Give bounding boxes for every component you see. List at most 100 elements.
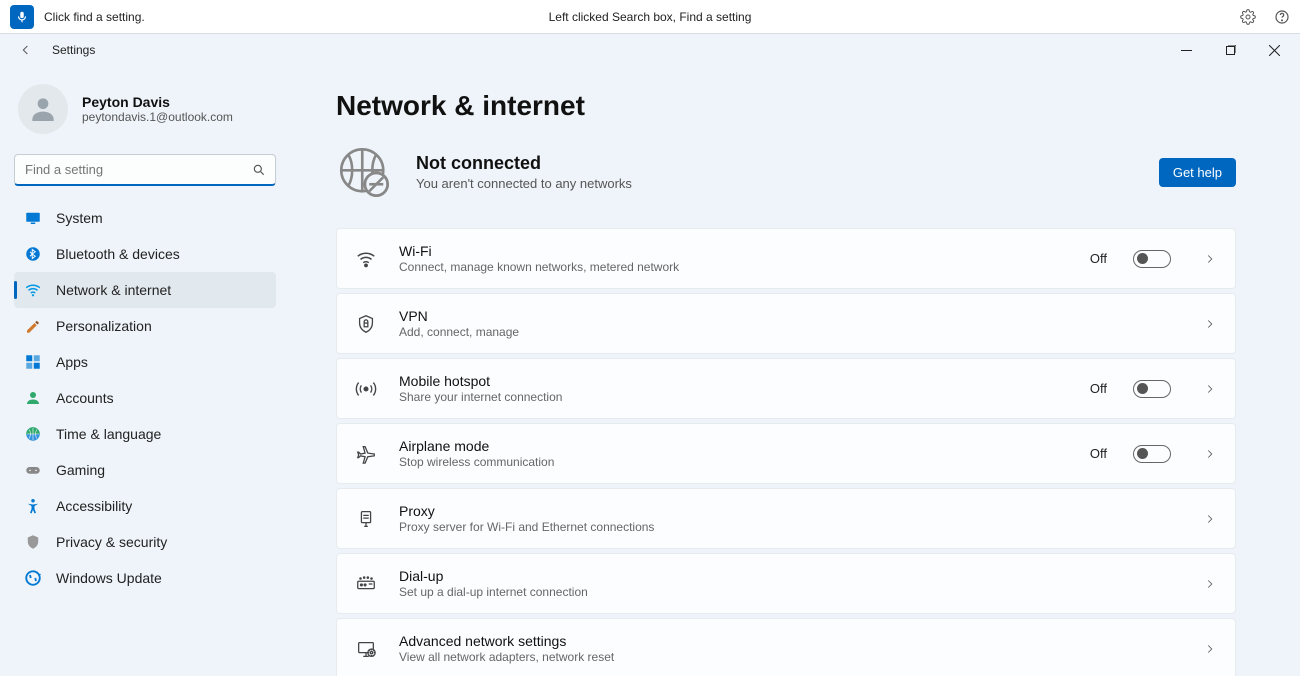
nav-personalization[interactable]: Personalization (14, 308, 276, 344)
card-sub: Add, connect, manage (399, 325, 1181, 339)
maximize-button[interactable] (1210, 36, 1250, 64)
globe-disconnected-icon (336, 144, 392, 200)
card-sub: Set up a dial-up internet connection (399, 585, 1181, 599)
nav-time[interactable]: Time & language (14, 416, 276, 452)
accessibility-icon (24, 497, 42, 515)
gaming-icon (24, 461, 42, 479)
minimize-button[interactable] (1166, 36, 1206, 64)
nav-label: Gaming (56, 462, 105, 478)
nav-label: Time & language (56, 426, 161, 442)
network-icon (24, 281, 42, 299)
titlebar: Settings (0, 34, 1300, 66)
nav-accessibility[interactable]: Accessibility (14, 488, 276, 524)
close-button[interactable] (1254, 36, 1294, 64)
airplane-state: Off (1090, 446, 1107, 461)
airplane-icon (355, 443, 377, 465)
nav-apps[interactable]: Apps (14, 344, 276, 380)
nav-accounts[interactable]: Accounts (14, 380, 276, 416)
profile-email: peytondavis.1@outlook.com (82, 110, 233, 124)
card-title: Airplane mode (399, 438, 1068, 454)
update-icon (24, 569, 42, 587)
chevron-right-icon (1203, 252, 1217, 266)
mic-icon (15, 10, 29, 24)
gear-icon[interactable] (1240, 9, 1256, 25)
apps-icon (24, 353, 42, 371)
assist-topbar: Click find a setting. Left clicked Searc… (0, 0, 1300, 34)
nav-label: Bluetooth & devices (56, 246, 180, 262)
card-sub: Stop wireless communication (399, 455, 1068, 469)
sidebar: Peyton Davis peytondavis.1@outlook.com S… (0, 66, 300, 676)
app-name: Settings (52, 43, 95, 57)
profile-block[interactable]: Peyton Davis peytondavis.1@outlook.com (18, 84, 276, 134)
page-title: Network & internet (336, 90, 1236, 122)
assist-center-text: Left clicked Search box, Find a setting (549, 10, 752, 24)
card-title: Mobile hotspot (399, 373, 1068, 389)
nav-update[interactable]: Windows Update (14, 560, 276, 596)
nav-label: Personalization (56, 318, 152, 334)
card-title: Dial-up (399, 568, 1181, 584)
content-area: Network & internet Not connected You are… (300, 66, 1300, 676)
nav-gaming[interactable]: Gaming (14, 452, 276, 488)
search-box[interactable] (14, 154, 276, 186)
system-icon (24, 209, 42, 227)
hotspot-icon (355, 378, 377, 400)
hotspot-toggle[interactable] (1133, 380, 1171, 398)
wifi-icon (355, 248, 377, 270)
get-help-button[interactable]: Get help (1159, 158, 1236, 187)
nav-list: System Bluetooth & devices Network & int… (14, 200, 276, 596)
nav-label: System (56, 210, 103, 226)
card-airplane[interactable]: Airplane mode Stop wireless communicatio… (336, 423, 1236, 484)
card-sub: Proxy server for Wi-Fi and Ethernet conn… (399, 520, 1181, 534)
wifi-state: Off (1090, 251, 1107, 266)
avatar (18, 84, 68, 134)
mic-button[interactable] (10, 5, 34, 29)
wifi-toggle[interactable] (1133, 250, 1171, 268)
card-advanced[interactable]: Advanced network settings View all netwo… (336, 618, 1236, 676)
card-dialup[interactable]: Dial-up Set up a dial-up internet connec… (336, 553, 1236, 614)
status-sub: You aren't connected to any networks (416, 176, 632, 191)
proxy-icon (355, 508, 377, 530)
nav-label: Accessibility (56, 498, 132, 514)
back-button[interactable] (18, 42, 34, 58)
card-hotspot[interactable]: Mobile hotspot Share your internet conne… (336, 358, 1236, 419)
card-title: Wi-Fi (399, 243, 1068, 259)
nav-label: Accounts (56, 390, 114, 406)
search-icon (252, 163, 266, 177)
vpn-icon (355, 313, 377, 335)
chevron-right-icon (1203, 317, 1217, 331)
nav-label: Privacy & security (56, 534, 167, 550)
settings-cards: Wi-Fi Connect, manage known networks, me… (336, 228, 1236, 676)
bluetooth-icon (24, 245, 42, 263)
card-title: Advanced network settings (399, 633, 1181, 649)
chevron-right-icon (1203, 577, 1217, 591)
card-title: VPN (399, 308, 1181, 324)
card-title: Proxy (399, 503, 1181, 519)
status-title: Not connected (416, 153, 632, 174)
chevron-right-icon (1203, 642, 1217, 656)
advanced-icon (355, 638, 377, 660)
chevron-right-icon (1203, 382, 1217, 396)
card-vpn[interactable]: VPN Add, connect, manage (336, 293, 1236, 354)
hotspot-state: Off (1090, 381, 1107, 396)
nav-label: Apps (56, 354, 88, 370)
personalization-icon (24, 317, 42, 335)
accounts-icon (24, 389, 42, 407)
dialup-icon (355, 573, 377, 595)
nav-privacy[interactable]: Privacy & security (14, 524, 276, 560)
chevron-right-icon (1203, 447, 1217, 461)
time-icon (24, 425, 42, 443)
profile-name: Peyton Davis (82, 94, 233, 110)
card-proxy[interactable]: Proxy Proxy server for Wi-Fi and Etherne… (336, 488, 1236, 549)
card-sub: View all network adapters, network reset (399, 650, 1181, 664)
privacy-icon (24, 533, 42, 551)
help-icon[interactable] (1274, 9, 1290, 25)
nav-system[interactable]: System (14, 200, 276, 236)
search-input[interactable] (14, 154, 276, 186)
card-wifi[interactable]: Wi-Fi Connect, manage known networks, me… (336, 228, 1236, 289)
nav-bluetooth[interactable]: Bluetooth & devices (14, 236, 276, 272)
nav-label: Windows Update (56, 570, 162, 586)
nav-label: Network & internet (56, 282, 171, 298)
card-sub: Connect, manage known networks, metered … (399, 260, 1068, 274)
nav-network[interactable]: Network & internet (14, 272, 276, 308)
airplane-toggle[interactable] (1133, 445, 1171, 463)
